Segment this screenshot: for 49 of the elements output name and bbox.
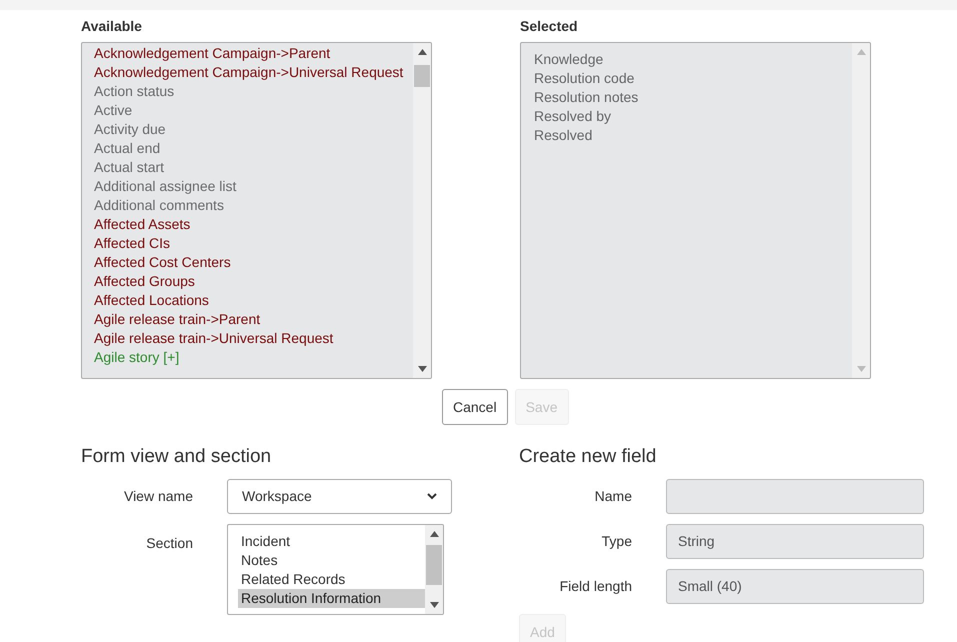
list-option[interactable]: Resolved	[534, 126, 852, 145]
list-option[interactable]: Resolution Information	[238, 589, 425, 608]
chevron-down-icon	[427, 493, 437, 500]
scrollbar-thumb[interactable]	[414, 65, 430, 87]
scroll-down-icon[interactable]	[430, 602, 438, 608]
list-option[interactable]: Affected Assets	[94, 215, 413, 234]
list-label: Available	[81, 17, 143, 36]
list-option[interactable]: Incident	[238, 532, 425, 551]
view-name-select[interactable]: Workspace	[227, 479, 452, 514]
list-option[interactable]: Actual start	[94, 158, 413, 177]
list-option[interactable]: Acknowledgement Campaign->Parent	[94, 44, 413, 63]
list-option[interactable]: Related Records	[238, 570, 425, 589]
list-option[interactable]: Agile release train->Universal Request	[94, 329, 413, 348]
scrollbar[interactable]	[413, 43, 431, 378]
field-label: View name	[122, 487, 193, 506]
list-option[interactable]: Resolution notes	[534, 88, 852, 107]
list-option[interactable]: Active	[94, 101, 413, 120]
list-option[interactable]: Affected Groups	[94, 272, 413, 291]
list-option[interactable]: Affected Cost Centers	[94, 253, 413, 272]
list-option[interactable]: Resolved by	[534, 107, 852, 126]
list-option[interactable]: Additional comments	[94, 196, 413, 215]
list-option[interactable]: Agile story [+]	[94, 348, 413, 367]
scrollbar-thumb[interactable]	[426, 545, 442, 585]
list-option[interactable]: Additional assignee list	[94, 177, 413, 196]
input-field[interactable]: String	[666, 524, 924, 559]
action-button[interactable]: Cancel	[442, 389, 508, 425]
list-option[interactable]: Actual end	[94, 139, 413, 158]
list-option[interactable]: Notes	[238, 551, 425, 570]
scroll-up-icon[interactable]	[430, 531, 438, 537]
list-option[interactable]: Affected CIs	[94, 234, 413, 253]
input-field[interactable]: Small (40)	[666, 569, 924, 604]
input-field[interactable]	[666, 479, 924, 514]
list-option[interactable]: Agile release train->Parent	[94, 310, 413, 329]
section-heading: Create new field	[519, 445, 658, 469]
list-option[interactable]: Resolution code	[534, 69, 852, 88]
list-option[interactable]: Activity due	[94, 120, 413, 139]
field-label: Section	[145, 534, 193, 553]
list-label: Selected	[520, 17, 579, 36]
list-option[interactable]: Knowledge	[534, 50, 852, 69]
section-heading: Form view and section	[81, 445, 272, 469]
scrollbar[interactable]	[425, 525, 443, 614]
list-option[interactable]: Action status	[94, 82, 413, 101]
list-option[interactable]: Acknowledgement Campaign->Universal Request	[94, 63, 413, 82]
scroll-up-icon[interactable]	[418, 49, 426, 55]
scroll-down-icon[interactable]	[418, 366, 426, 372]
field-label: Type	[600, 532, 632, 551]
list-option[interactable]: Affected Locations	[94, 291, 413, 310]
field-label: Field length	[558, 577, 632, 596]
field-label: Name	[594, 487, 632, 506]
